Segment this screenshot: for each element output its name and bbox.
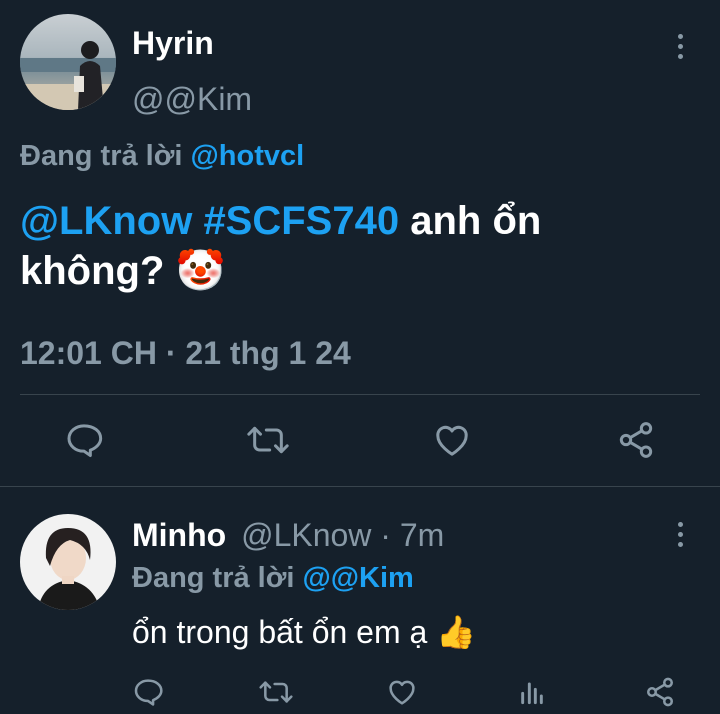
- reply-body: ổn trong bất ổn em ạ 👍: [132, 612, 476, 652]
- hashtag-link[interactable]: #SCFS740: [203, 199, 399, 243]
- reply-context-2: Đang trả lời @@Kim: [132, 560, 414, 596]
- reply-analytics-icon[interactable]: [516, 676, 548, 708]
- like-icon[interactable]: [432, 420, 472, 460]
- reply-author-name[interactable]: Minho: [132, 517, 226, 553]
- avatar-minho[interactable]: [20, 514, 116, 610]
- reply-to-link-2[interactable]: @@Kim: [302, 562, 413, 594]
- tweet-text-1: anh ổn: [410, 199, 542, 243]
- reply-text: ổn trong bất ổn em ạ: [132, 614, 428, 650]
- thumbs-up-emoji: 👍: [436, 614, 477, 650]
- reply-like-icon[interactable]: [386, 676, 418, 708]
- clown-emoji: 🤡: [175, 249, 226, 293]
- reply-more-options-icon[interactable]: [668, 514, 692, 554]
- reply-time: · 7m: [380, 517, 445, 553]
- divider: [20, 394, 700, 395]
- tweet-text-2: không?: [20, 249, 165, 293]
- reply-icon[interactable]: [64, 420, 104, 460]
- reply-retweet-icon[interactable]: [258, 676, 294, 708]
- mention-link[interactable]: @LKnow: [20, 199, 192, 243]
- reply-header: Minho @LKnow · 7m: [132, 516, 444, 554]
- section-divider: [0, 486, 720, 487]
- share-icon[interactable]: [616, 420, 656, 460]
- author-handle[interactable]: @@Kim: [132, 80, 252, 118]
- retweet-icon[interactable]: [246, 420, 290, 460]
- reply-author-handle[interactable]: @LKnow: [241, 517, 371, 553]
- reply-prefix: Đang trả lời: [20, 140, 183, 172]
- tweet-timestamp[interactable]: 12:01 CH · 21 thg 1 24: [20, 334, 351, 372]
- author-name[interactable]: Hyrin: [132, 24, 214, 62]
- reply-share-icon[interactable]: [644, 676, 676, 708]
- more-options-icon[interactable]: [668, 26, 692, 66]
- avatar-hyrin[interactable]: [20, 14, 116, 110]
- reply-context: Đang trả lời @hotvcl: [20, 138, 304, 174]
- tweet-body: @LKnow #SCFS740 anh ổn không? 🤡: [20, 196, 700, 296]
- reply-reply-icon[interactable]: [132, 676, 164, 708]
- reply-prefix-2: Đang trả lời: [132, 562, 295, 594]
- reply-to-link[interactable]: @hotvcl: [190, 140, 304, 172]
